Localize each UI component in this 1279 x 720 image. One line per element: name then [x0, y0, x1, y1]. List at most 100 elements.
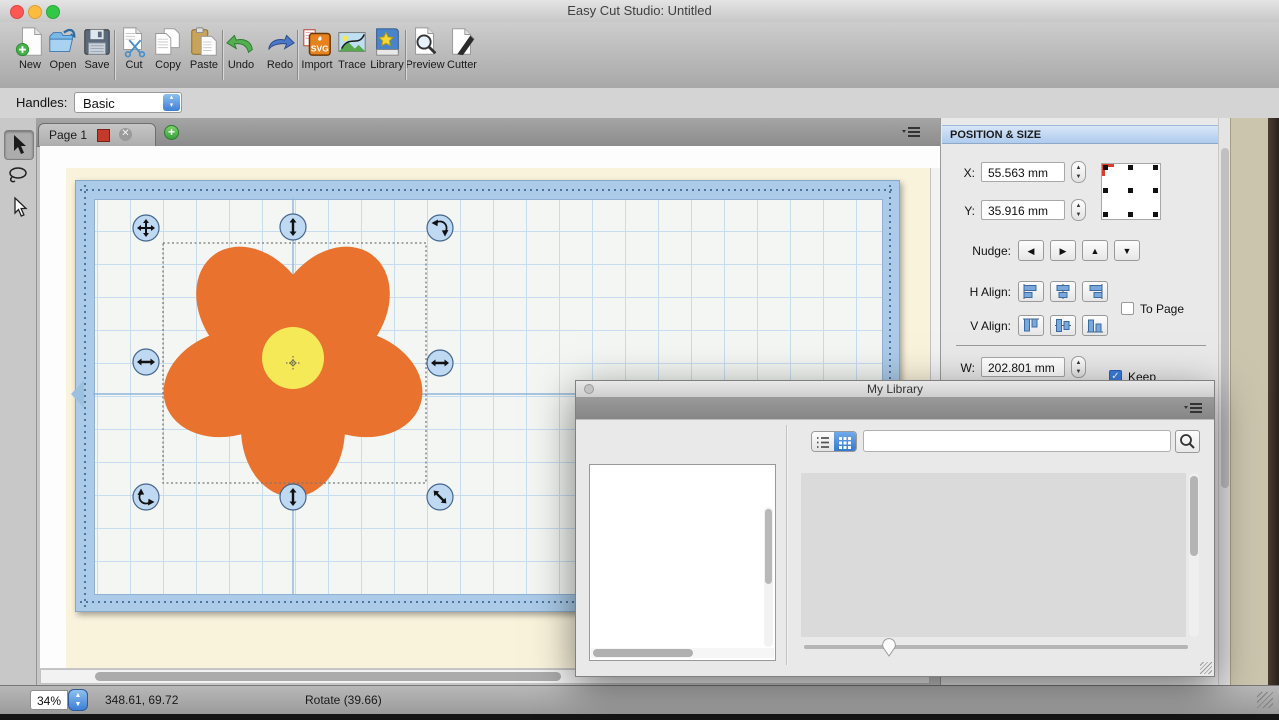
trace-button[interactable]: Trace [332, 26, 372, 71]
canvas-hscroll-thumb[interactable] [95, 672, 561, 681]
align-left-button[interactable] [1018, 281, 1044, 302]
anchor-point-selector[interactable] [1101, 163, 1161, 220]
svg-text:SVG: SVG [311, 43, 329, 53]
zoom-level-field[interactable]: 34% [30, 690, 68, 710]
tool-lasso[interactable] [4, 162, 32, 190]
add-page-button[interactable]: + [164, 125, 179, 140]
cursor-coordinates: 348.61, 69.72 [105, 693, 178, 707]
save-icon [81, 26, 113, 58]
y-label: Y: [941, 204, 975, 218]
grid-view-button[interactable] [834, 432, 856, 451]
window-title: Easy Cut Studio: Untitled [0, 3, 1279, 18]
shape-grid-scrollbar[interactable] [1189, 473, 1199, 637]
page-color-swatch[interactable] [97, 129, 110, 142]
import-icon: SVG [301, 26, 333, 58]
mat-feed-arrow-icon [71, 380, 84, 408]
library-resize-grip[interactable] [1200, 662, 1212, 674]
library-menu-icon[interactable] [1182, 401, 1204, 415]
handle-resize-horizontal-right[interactable] [427, 350, 453, 376]
nudge-down-button[interactable]: ▼ [1114, 240, 1140, 261]
y-field[interactable]: 35.916 mm [981, 200, 1065, 220]
paste-button-label: Paste [184, 59, 224, 71]
handle-move[interactable] [133, 215, 159, 241]
toolbar-separator [114, 30, 115, 80]
folder-list-scrollbar[interactable] [764, 507, 773, 647]
desktop-background-sliver [1268, 118, 1279, 685]
toolbar-separator [405, 30, 406, 80]
align-center-h-button[interactable] [1050, 281, 1076, 302]
cutter-icon [446, 26, 478, 58]
shape-grid-viewport [801, 473, 1186, 637]
page-tab[interactable]: Page 1 ✕ [38, 123, 156, 146]
status-bar: 34% ▲▼ 348.61, 69.72 Rotate (39.66) [0, 685, 1279, 715]
redo-button[interactable]: Redo [260, 26, 300, 71]
library-button[interactable]: Library [367, 26, 407, 71]
x-field[interactable]: 55.563 mm [981, 162, 1065, 182]
handles-select-stepper-icon: ▴▾ [163, 94, 180, 111]
handle-rotate-bottom-left[interactable] [133, 484, 159, 510]
nudge-up-button[interactable]: ▲ [1082, 240, 1108, 261]
zoom-stepper[interactable]: ▲▼ [68, 689, 88, 711]
library-search-button[interactable] [1175, 430, 1200, 453]
tool-node-select-icon [6, 196, 30, 220]
thumbnail-size-slider-thumb[interactable] [881, 637, 897, 657]
undo-button-label: Undo [221, 59, 261, 71]
handles-bar: Handles: Basic ▴▾ [0, 88, 1279, 119]
toolbar-separator [297, 30, 298, 80]
my-library-window: My Library [575, 380, 1215, 677]
tabbar-menu-icon[interactable] [900, 125, 922, 139]
window-bottom-edge [0, 714, 1279, 720]
preview-button-label: Preview [405, 59, 445, 71]
h-align-label: H Align: [941, 285, 1011, 299]
to-page-checkbox[interactable] [1121, 302, 1134, 315]
library-titlebar[interactable]: My Library [576, 381, 1214, 398]
handle-resize-horizontal-left[interactable] [133, 349, 159, 375]
handles-select[interactable]: Basic ▴▾ [74, 92, 182, 113]
open-folder-icon [47, 26, 79, 58]
library-search-input[interactable] [863, 430, 1171, 452]
library-button-label: Library [367, 59, 407, 71]
y-stepper[interactable]: ▲▼ [1071, 199, 1086, 221]
handle-resize-vertical-top[interactable] [280, 214, 306, 240]
handle-rotate-top-right[interactable] [427, 215, 453, 241]
cutter-button[interactable]: Cutter [442, 26, 482, 71]
handle-resize-diagonal[interactable] [427, 484, 453, 510]
align-bottom-button[interactable] [1082, 315, 1108, 336]
handle-resize-vertical-bottom[interactable] [280, 484, 306, 510]
tool-select[interactable] [4, 130, 34, 160]
copy-button[interactable]: Copy [148, 26, 188, 71]
toolbar-separator [222, 30, 223, 80]
nudge-right-button[interactable]: ▶ [1050, 240, 1076, 261]
nudge-left-button[interactable]: ◀ [1018, 240, 1044, 261]
list-view-button[interactable] [812, 432, 834, 451]
tool-lasso-icon [6, 164, 30, 188]
panel-scrollbar-thumb[interactable] [1221, 148, 1229, 488]
undo-button[interactable]: Undo [221, 26, 261, 71]
paste-icon [188, 26, 220, 58]
v-align-label: V Align: [941, 319, 1011, 333]
window-resize-grip[interactable] [1257, 692, 1273, 708]
paste-button[interactable]: Paste [184, 26, 224, 71]
align-right-button[interactable] [1082, 281, 1108, 302]
undo-icon [225, 26, 257, 58]
x-stepper[interactable]: ▲▼ [1071, 161, 1086, 183]
width-stepper[interactable]: ▲▼ [1071, 356, 1086, 378]
panel-divider [956, 345, 1206, 346]
width-field[interactable]: 202.801 mm [981, 357, 1065, 377]
thumbnail-size-slider[interactable] [804, 645, 1188, 649]
close-page-icon[interactable]: ✕ [119, 128, 132, 141]
folder-list-hscrollbar[interactable] [591, 648, 774, 658]
redo-icon [264, 26, 296, 58]
panel-title: POSITION & SIZE [942, 125, 1218, 144]
new-page-icon [14, 26, 46, 58]
save-button[interactable]: Save [77, 26, 117, 71]
import-button[interactable]: SVGImport [297, 26, 337, 71]
library-tab-bar [576, 397, 1214, 420]
align-top-button[interactable] [1018, 315, 1044, 336]
align-middle-v-button[interactable] [1050, 315, 1076, 336]
rotation-status: Rotate (39.66) [305, 693, 382, 707]
preview-button[interactable]: Preview [405, 26, 445, 71]
copy-icon [152, 26, 184, 58]
library-icon [371, 26, 403, 58]
tool-node-select[interactable] [4, 194, 32, 222]
